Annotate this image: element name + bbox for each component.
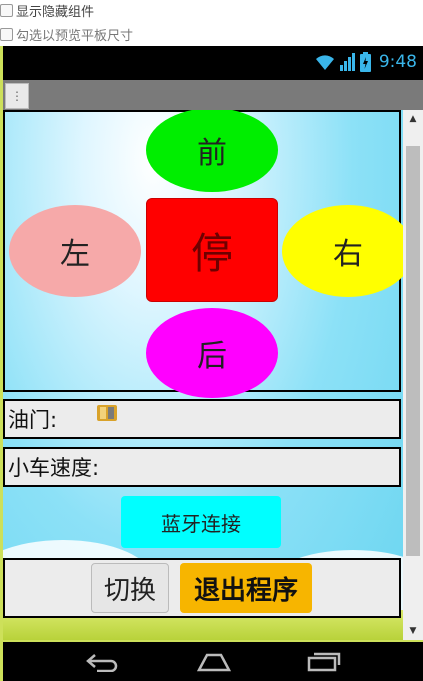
- speed-row: 小车速度:: [3, 447, 401, 487]
- throttle-row: 油门:: [3, 399, 401, 439]
- wifi-icon: [315, 55, 334, 70]
- battery-charging-icon: [359, 52, 371, 72]
- bottom-actions: 切换 退出程序: [3, 558, 401, 618]
- exit-button[interactable]: 退出程序: [180, 563, 312, 613]
- back-button[interactable]: 后: [146, 308, 278, 398]
- signal-icon: [339, 53, 355, 71]
- phone-preview: 9:48 ⋮ 前 左 停 右 后 油门: 小车速度: 蓝牙连接 切换 退出程序 …: [0, 46, 423, 681]
- app-screen: 前 左 停 右 后 油门: 小车速度: 蓝牙连接 切换 退出程序: [3, 110, 403, 640]
- forward-button[interactable]: 前: [146, 110, 278, 192]
- scroll-up-icon[interactable]: ▲: [403, 110, 423, 128]
- scroll-thumb[interactable]: [406, 146, 420, 556]
- checkbox-square[interactable]: [0, 4, 13, 17]
- left-button[interactable]: 左: [9, 205, 141, 297]
- throttle-slider-thumb[interactable]: [97, 405, 117, 421]
- stop-button[interactable]: 停: [146, 198, 278, 302]
- checkbox-square[interactable]: [0, 28, 13, 41]
- show-hidden-label: 显示隐藏组件: [16, 5, 95, 20]
- scroll-down-icon[interactable]: ▼: [403, 622, 423, 640]
- preview-tablet-checkbox[interactable]: 勾选以预览平板尺寸: [0, 25, 133, 44]
- direction-pad: 前 左 停 右 后: [3, 110, 403, 398]
- clock: 9:48: [378, 52, 417, 72]
- back-nav-icon[interactable]: [85, 652, 121, 672]
- show-hidden-checkbox[interactable]: 显示隐藏组件: [0, 1, 94, 20]
- switch-button[interactable]: 切换: [91, 563, 169, 613]
- navigation-bar: [3, 642, 423, 681]
- vertical-scrollbar[interactable]: ▲ ▼: [403, 110, 423, 640]
- recents-nav-icon[interactable]: [306, 652, 342, 672]
- preview-tablet-label: 勾选以预览平板尺寸: [16, 29, 134, 44]
- right-button[interactable]: 右: [282, 205, 403, 297]
- home-nav-icon[interactable]: [195, 652, 233, 672]
- status-bar: 9:48: [3, 46, 423, 80]
- designer-options: 显示隐藏组件 勾选以预览平板尺寸: [0, 0, 423, 46]
- bluetooth-connect-button[interactable]: 蓝牙连接: [121, 496, 281, 548]
- throttle-label: 油门:: [8, 408, 58, 432]
- overflow-menu-icon[interactable]: ⋮: [5, 83, 29, 109]
- title-bar: ⋮: [3, 80, 423, 110]
- speed-label: 小车速度:: [8, 456, 100, 480]
